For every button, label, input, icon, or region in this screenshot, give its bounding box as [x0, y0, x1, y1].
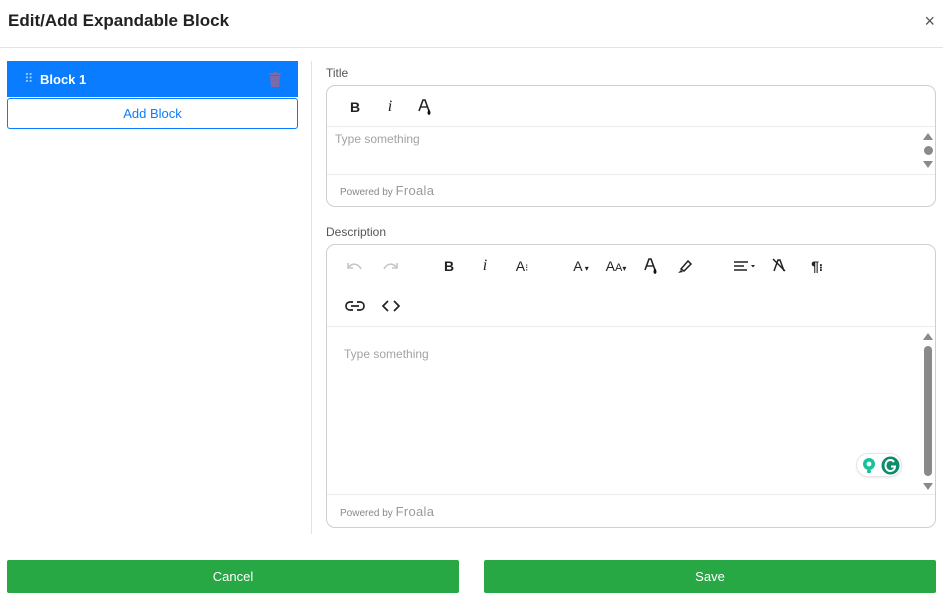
title-toolbar: B i — [327, 86, 935, 127]
description-toolbar: B i A⁝ A ▾ AA▾ ¶⁝ — [327, 245, 935, 327]
text-color-icon[interactable] — [417, 98, 433, 116]
scroll-down-icon[interactable] — [923, 483, 933, 490]
add-block-button[interactable]: Add Block — [7, 98, 298, 129]
scroll-up-icon[interactable] — [923, 333, 933, 340]
title-input[interactable]: Type something — [335, 132, 420, 146]
froala-logo: Froala — [395, 183, 435, 198]
text-color-icon[interactable] — [643, 257, 659, 275]
scrollbar-thumb[interactable] — [924, 146, 933, 155]
powered-by[interactable]: Powered by Froala — [340, 504, 434, 519]
panel-divider — [311, 61, 312, 534]
font-size-icon[interactable]: A⁝ — [511, 258, 533, 277]
block-item[interactable]: ⠿ Block 1 — [7, 61, 298, 97]
close-icon[interactable]: × — [924, 12, 935, 30]
description-label: Description — [326, 225, 387, 239]
drag-handle-icon[interactable]: ⠿ — [24, 71, 33, 87]
clear-format-icon[interactable] — [771, 257, 787, 273]
grammarly-widget[interactable] — [856, 453, 902, 477]
bold-icon[interactable]: B — [439, 258, 459, 274]
scrollbar-thumb[interactable] — [924, 346, 932, 476]
block-item-label: Block 1 — [40, 72, 87, 87]
description-editor: B i A⁝ A ▾ AA▾ ¶⁝ Type something Powered… — [326, 244, 936, 528]
italic-icon[interactable]: i — [380, 99, 400, 115]
text-case-icon[interactable]: AA▾ — [601, 258, 631, 277]
cancel-button[interactable]: Cancel — [7, 560, 459, 593]
modal-header: Edit/Add Expandable Block × — [0, 0, 943, 48]
froala-logo: Froala — [395, 504, 435, 519]
title-label: Title — [326, 66, 349, 80]
scroll-up-icon[interactable] — [923, 133, 933, 140]
font-family-icon[interactable]: A ▾ — [569, 258, 593, 277]
align-icon[interactable] — [733, 260, 757, 272]
trash-icon[interactable] — [268, 72, 282, 87]
italic-icon[interactable]: i — [475, 258, 495, 274]
lightbulb-icon — [863, 458, 875, 473]
link-icon[interactable] — [345, 300, 365, 312]
block-list: ⠿ Block 1 Add Block — [7, 61, 298, 129]
undo-icon[interactable] — [346, 261, 364, 273]
code-view-icon[interactable] — [381, 299, 401, 313]
bold-icon[interactable]: B — [345, 99, 365, 115]
powered-by[interactable]: Powered by Froala — [340, 183, 434, 198]
highlight-icon[interactable] — [677, 258, 693, 274]
scroll-down-icon[interactable] — [923, 161, 933, 168]
description-input[interactable]: Type something — [344, 347, 429, 361]
redo-icon[interactable] — [381, 261, 399, 273]
modal-title: Edit/Add Expandable Block — [8, 11, 230, 30]
grammarly-icon — [881, 456, 900, 475]
title-editor: B i Type something Powered by Froala — [326, 85, 936, 207]
paragraph-format-icon[interactable]: ¶⁝ — [806, 258, 828, 277]
save-button[interactable]: Save — [484, 560, 936, 593]
